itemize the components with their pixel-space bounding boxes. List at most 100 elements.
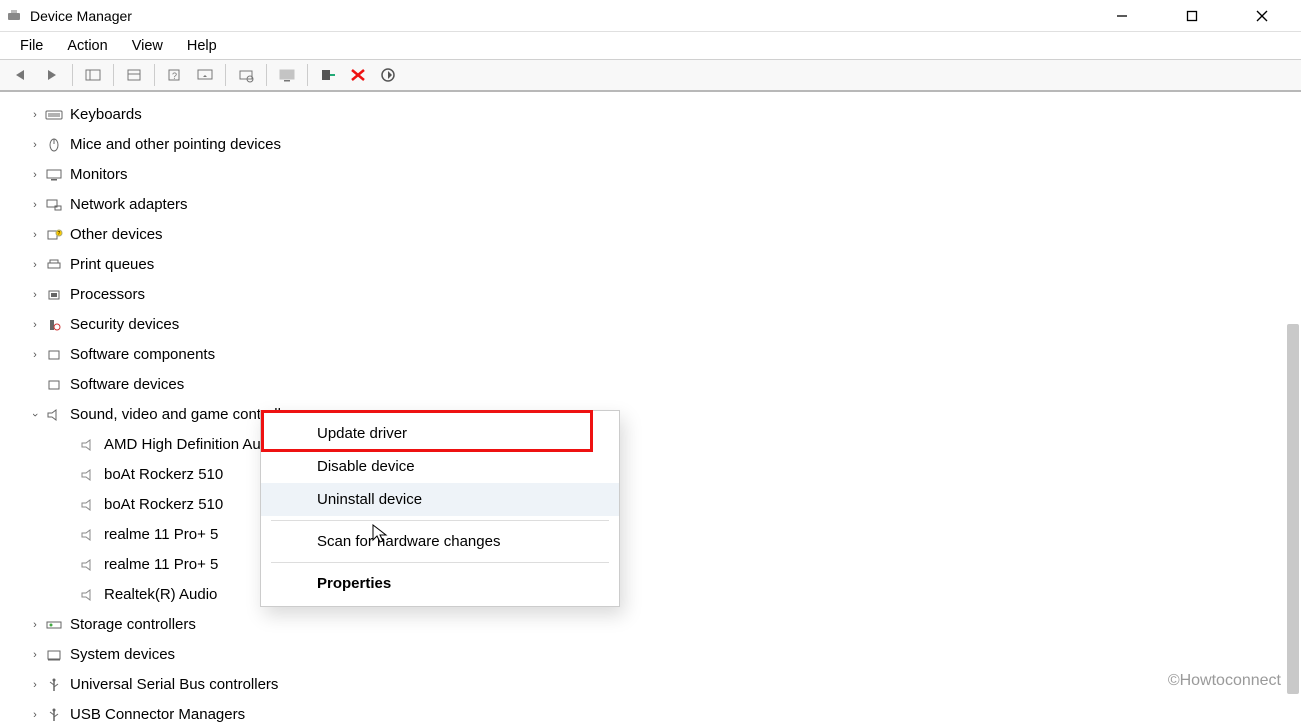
svg-text:?: ? — [58, 231, 61, 237]
network-icon — [44, 196, 64, 214]
tree-item-security[interactable]: ›Security devices — [28, 310, 1301, 340]
context-menu: Update driver Disable device Uninstall d… — [260, 410, 620, 607]
system-icon — [44, 646, 64, 664]
tree-label: Software devices — [70, 370, 184, 400]
cm-disable-device[interactable]: Disable device — [261, 450, 619, 483]
menu-view[interactable]: View — [122, 36, 173, 56]
vertical-scrollbar[interactable] — [1287, 324, 1299, 694]
software-icon — [44, 376, 64, 394]
forward-icon[interactable] — [38, 62, 66, 88]
refresh-icon[interactable] — [374, 62, 402, 88]
maximize-button[interactable] — [1169, 1, 1215, 31]
tree-label: Keyboards — [70, 100, 142, 130]
toolbar-separator — [154, 64, 155, 86]
menu-help[interactable]: Help — [177, 36, 227, 56]
menu-file[interactable]: File — [10, 36, 53, 56]
tree-label: boAt Rockerz 510 — [104, 490, 223, 520]
speaker-icon — [78, 466, 98, 484]
tree-label: Processors — [70, 280, 145, 310]
tree-item-mice[interactable]: ›Mice and other pointing devices — [28, 130, 1301, 160]
tree-item-software-components[interactable]: ›Software components — [28, 340, 1301, 370]
cm-scan-hardware[interactable]: Scan for hardware changes — [261, 525, 619, 558]
tree-item-system[interactable]: ›System devices — [28, 640, 1301, 670]
app-icon — [6, 8, 22, 24]
help-icon[interactable]: ? — [161, 62, 189, 88]
device-tree-pane: ›Keyboards ›Mice and other pointing devi… — [0, 92, 1301, 722]
tree-label: Storage controllers — [70, 610, 196, 640]
window-title: Device Manager — [30, 8, 132, 24]
tree-item-software-devices[interactable]: ›Software devices — [28, 370, 1301, 400]
tree-label: Other devices — [70, 220, 163, 250]
tree-item-keyboards[interactable]: ›Keyboards — [28, 100, 1301, 130]
cm-update-driver[interactable]: Update driver — [261, 417, 619, 450]
minimize-button[interactable] — [1099, 1, 1145, 31]
device-tree-bottom[interactable]: ›Storage controllers ›System devices ›Un… — [10, 610, 1301, 722]
tree-item-printers[interactable]: ›Print queues — [28, 250, 1301, 280]
svg-text:?: ? — [172, 71, 177, 81]
toolbar-separator — [72, 64, 73, 86]
other-icon: ? — [44, 226, 64, 244]
tree-label: Realtek(R) Audio — [104, 580, 217, 610]
tree-label: System devices — [70, 640, 175, 670]
monitor-icon — [44, 166, 64, 184]
tree-label: Security devices — [70, 310, 179, 340]
tree-label: boAt Rockerz 510 — [104, 460, 223, 490]
menu-action[interactable]: Action — [57, 36, 117, 56]
cm-separator — [271, 520, 609, 521]
tree-label: Print queues — [70, 250, 154, 280]
tree-label: Mice and other pointing devices — [70, 130, 281, 160]
scan-icon[interactable] — [232, 62, 260, 88]
toolbar-separator — [113, 64, 114, 86]
usb-icon — [44, 706, 64, 722]
printer-icon — [44, 256, 64, 274]
toolbar-separator — [307, 64, 308, 86]
device-tree[interactable]: ›Keyboards ›Mice and other pointing devi… — [10, 100, 1301, 430]
cm-separator — [271, 562, 609, 563]
remove-icon[interactable] — [344, 62, 372, 88]
tree-item-usb[interactable]: ›Universal Serial Bus controllers — [28, 670, 1301, 700]
cm-properties[interactable]: Properties — [261, 567, 619, 600]
cm-uninstall-device[interactable]: Uninstall device — [261, 483, 619, 516]
speaker-icon — [78, 526, 98, 544]
cpu-icon — [44, 286, 64, 304]
tree-item-network[interactable]: ›Network adapters — [28, 190, 1301, 220]
tree-label: realme 11 Pro+ 5 — [104, 520, 218, 550]
watermark: ©Howtoconnect — [1168, 672, 1281, 690]
speaker-icon — [78, 496, 98, 514]
mouse-icon — [44, 136, 64, 154]
tree-item-monitors[interactable]: ›Monitors — [28, 160, 1301, 190]
speaker-icon — [78, 436, 98, 454]
menubar: File Action View Help — [0, 32, 1301, 60]
software-icon — [44, 346, 64, 364]
tree-label: Network adapters — [70, 190, 188, 220]
tree-label: Universal Serial Bus controllers — [70, 670, 278, 700]
tree-children-sound: AMD High Definition Audio Device boAt Ro… — [10, 430, 1301, 610]
storage-icon — [44, 616, 64, 634]
properties-icon[interactable] — [120, 62, 148, 88]
speaker-icon — [78, 586, 98, 604]
security-icon — [44, 316, 64, 334]
display-icon[interactable] — [273, 62, 301, 88]
tree-label: Software components — [70, 340, 215, 370]
sound-icon — [44, 406, 64, 424]
toolbar-separator — [266, 64, 267, 86]
window-controls — [1099, 1, 1295, 31]
tree-label: realme 11 Pro+ 5 — [104, 550, 218, 580]
tree-label: USB Connector Managers — [70, 700, 245, 722]
show-hide-tree-icon[interactable] — [79, 62, 107, 88]
tree-label: Monitors — [70, 160, 128, 190]
toolbar-separator — [225, 64, 226, 86]
add-legacy-icon[interactable] — [314, 62, 342, 88]
toolbar: ? — [0, 60, 1301, 92]
close-button[interactable] — [1239, 1, 1285, 31]
titlebar: Device Manager — [0, 0, 1301, 32]
tree-item-usb-connector[interactable]: ›USB Connector Managers — [28, 700, 1301, 722]
speaker-icon — [78, 556, 98, 574]
tree-item-storage[interactable]: ›Storage controllers — [28, 610, 1301, 640]
tree-item-sound[interactable]: ›Sound, video and game controllers — [28, 400, 1301, 430]
tree-item-other[interactable]: ›?Other devices — [28, 220, 1301, 250]
monitor-icon[interactable] — [191, 62, 219, 88]
tree-item-processors[interactable]: ›Processors — [28, 280, 1301, 310]
usb-icon — [44, 676, 64, 694]
back-icon[interactable] — [8, 62, 36, 88]
